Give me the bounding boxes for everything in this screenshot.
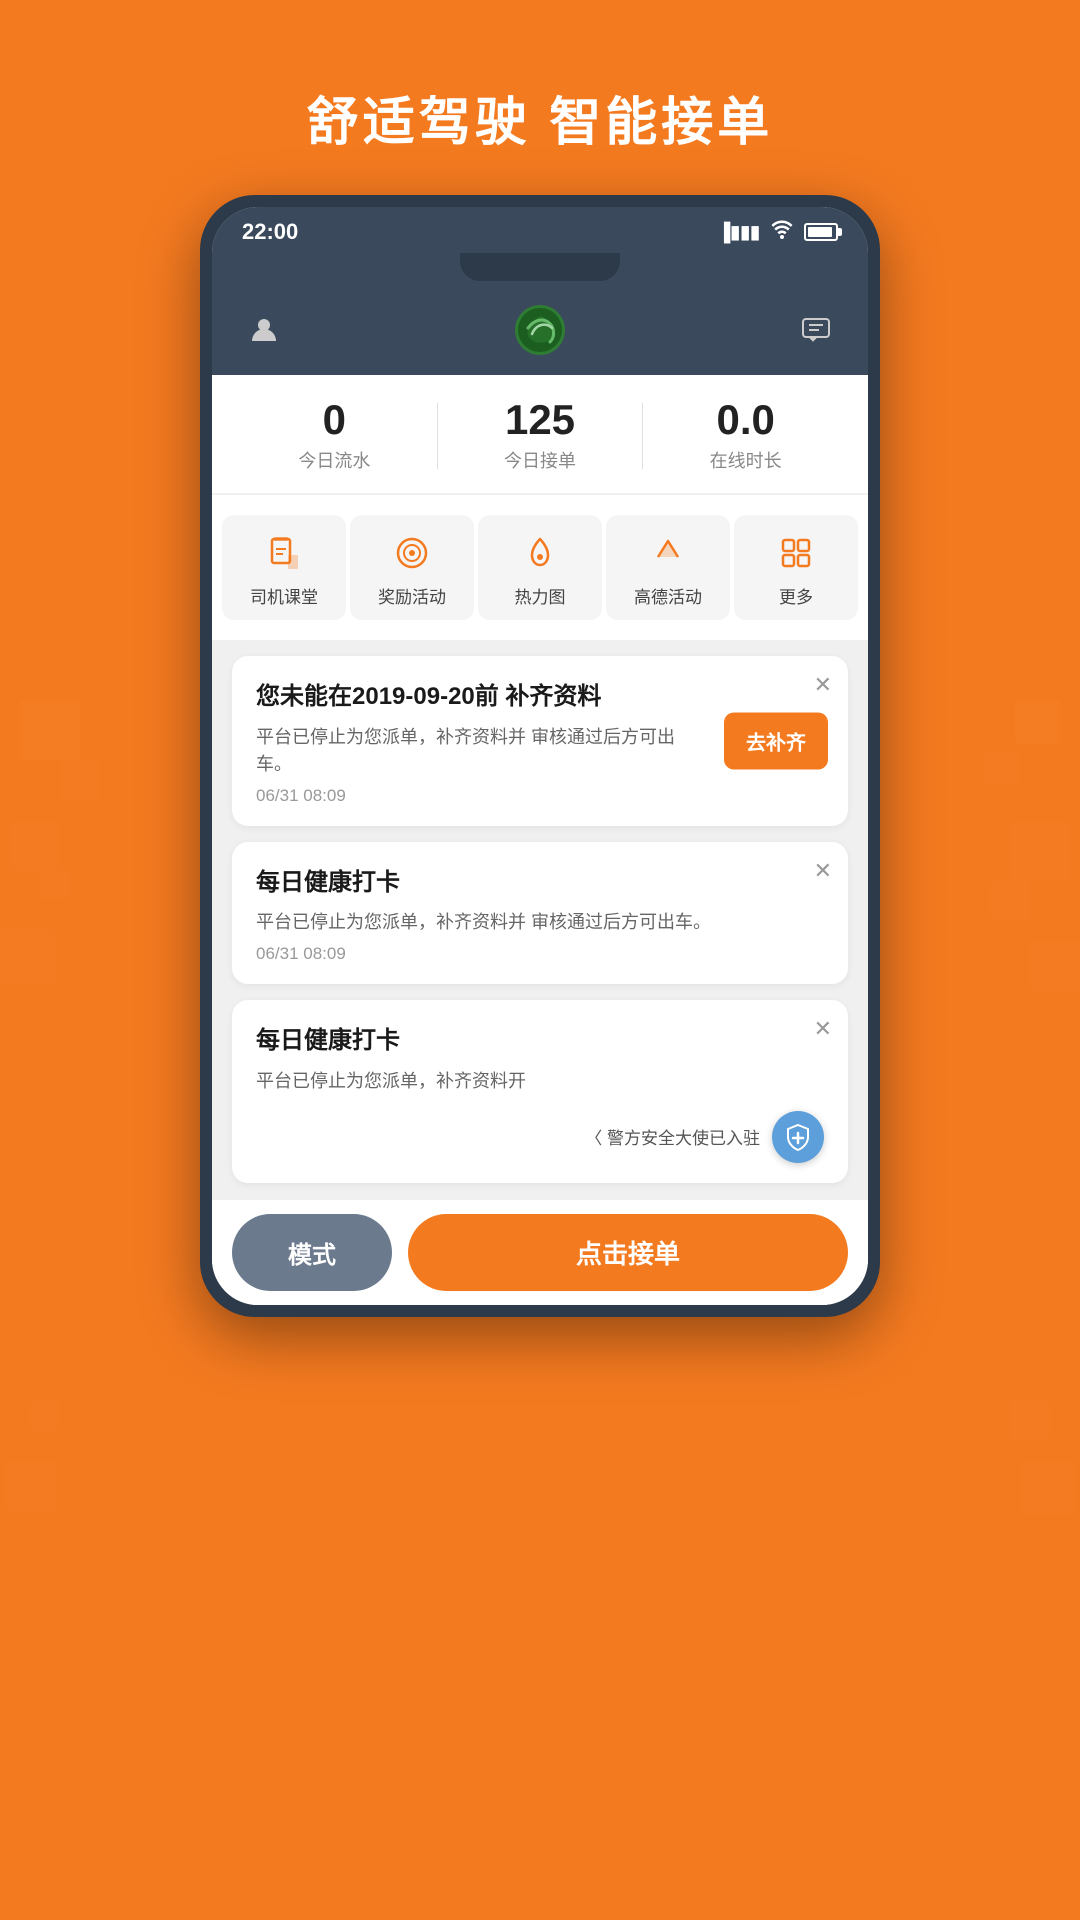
status-bar: 22:00 ▐▮▮▮ [212,207,868,253]
menu-label-gaode: 高德活动 [634,583,702,608]
stat-daily-flow: 0 今日流水 [232,399,437,473]
menu-label-driver-class: 司机课堂 [250,583,318,608]
stat-orders-value: 125 [438,399,643,441]
header-tagline: 舒适驾驶 智能接单 [0,0,1080,195]
phone-mockup: 22:00 ▐▮▮▮ [0,195,1080,1317]
quick-menu: 司机课堂 奖励活动 [212,495,868,640]
card-1-time: 06/31 08:09 [256,786,684,806]
card-3-title: 每日健康打卡 [256,1024,794,1058]
menu-label-reward: 奖励活动 [378,583,446,608]
stat-time-label: 在线时长 [643,447,848,473]
stat-time-value: 0.0 [643,399,848,441]
notch [460,253,620,281]
notification-card-3: ✕ 每日健康打卡 平台已停止为您派单，补齐资料开 〈 警方安全大使已入驻 [232,1000,848,1183]
bottom-bar: 模式 点击接单 [212,1199,868,1305]
phone-frame: 22:00 ▐▮▮▮ [200,195,880,1317]
security-shield-button[interactable] [772,1111,824,1163]
app-logo [515,305,565,355]
card-3-close-button[interactable]: ✕ [814,1016,832,1042]
menu-item-reward[interactable]: 奖励活动 [350,515,474,620]
security-banner-text: 〈 警方安全大使已入驻 [585,1124,760,1149]
mode-button[interactable]: 模式 [232,1214,392,1291]
card-2-title: 每日健康打卡 [256,866,794,900]
app-header [212,291,868,375]
stat-flow-label: 今日流水 [232,447,437,473]
menu-item-driver-class[interactable]: 司机课堂 [222,515,346,620]
menu-item-more[interactable]: 更多 [734,515,858,620]
notification-card-1: ✕ 您未能在2019-09-20前 补齐资料 平台已停止为您派单，补齐资料并 审… [232,656,848,826]
heatmap-icon [518,531,562,575]
gaode-icon [646,531,690,575]
card-3-body: 平台已停止为您派单，补齐资料开 [256,1068,824,1095]
stats-row: 0 今日流水 125 今日接单 0.0 在线时长 [212,375,868,493]
more-icon [774,531,818,575]
card-1-close-button[interactable]: ✕ [814,672,832,698]
stat-online-time: 0.0 在线时长 [643,399,848,473]
menu-item-gaode[interactable]: 高德活动 [606,515,730,620]
status-time: 22:00 [242,219,298,245]
reward-icon [390,531,434,575]
card-1-body: 平台已停止为您派单，补齐资料并 审核通过后方可出车。 [256,724,684,778]
wifi-icon [770,219,794,245]
driver-class-icon [262,531,306,575]
card-2-body: 平台已停止为您派单，补齐资料并 审核通过后方可出车。 [256,909,824,936]
stat-orders-label: 今日接单 [438,447,643,473]
message-icon[interactable] [794,308,838,352]
security-banner-row: 〈 警方安全大使已入驻 [256,1111,824,1163]
cards-area: ✕ 您未能在2019-09-20前 补齐资料 平台已停止为您派单，补齐资料并 审… [212,640,868,1199]
card-1-inner: 您未能在2019-09-20前 补齐资料 平台已停止为您派单，补齐资料并 审核通… [256,680,824,806]
stat-flow-value: 0 [232,399,437,441]
main-content: 0 今日流水 125 今日接单 0.0 在线时长 [212,375,868,1305]
card-2-close-button[interactable]: ✕ [814,858,832,884]
signal-icon: ▐▮▮▮ [718,222,760,243]
phone-screen: 22:00 ▐▮▮▮ [212,207,868,1305]
menu-label-heatmap: 热力图 [515,583,566,608]
menu-item-heatmap[interactable]: 热力图 [478,515,602,620]
stat-daily-orders: 125 今日接单 [438,399,643,473]
card-1-title: 您未能在2019-09-20前 补齐资料 [256,680,654,714]
card-2-time: 06/31 08:09 [256,944,824,964]
notch-area [212,253,868,291]
menu-label-more: 更多 [779,583,813,608]
profile-icon[interactable] [242,308,286,352]
battery-icon [804,223,838,241]
accept-order-button[interactable]: 点击接单 [408,1214,848,1291]
notification-card-2: ✕ 每日健康打卡 平台已停止为您派单，补齐资料并 审核通过后方可出车。 06/3… [232,842,848,985]
card-1-action-button[interactable]: 去补齐 [724,712,828,769]
